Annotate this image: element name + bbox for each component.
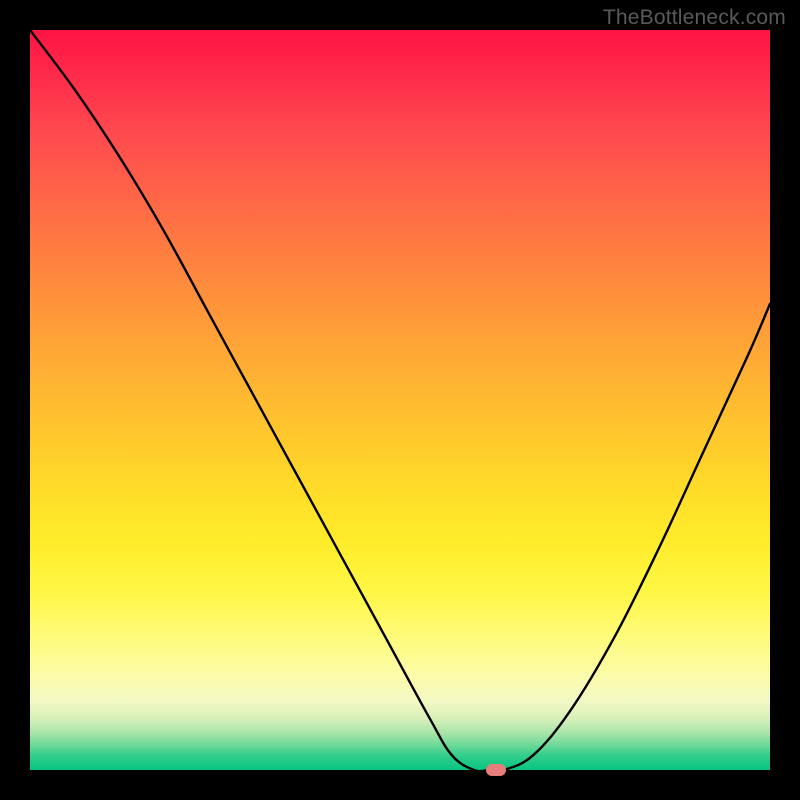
watermark-text: TheBottleneck.com — [603, 6, 786, 30]
bottleneck-curve — [30, 30, 770, 770]
minimum-marker — [486, 764, 506, 776]
chart-frame: TheBottleneck.com — [0, 0, 800, 800]
curve-layer — [30, 30, 770, 770]
